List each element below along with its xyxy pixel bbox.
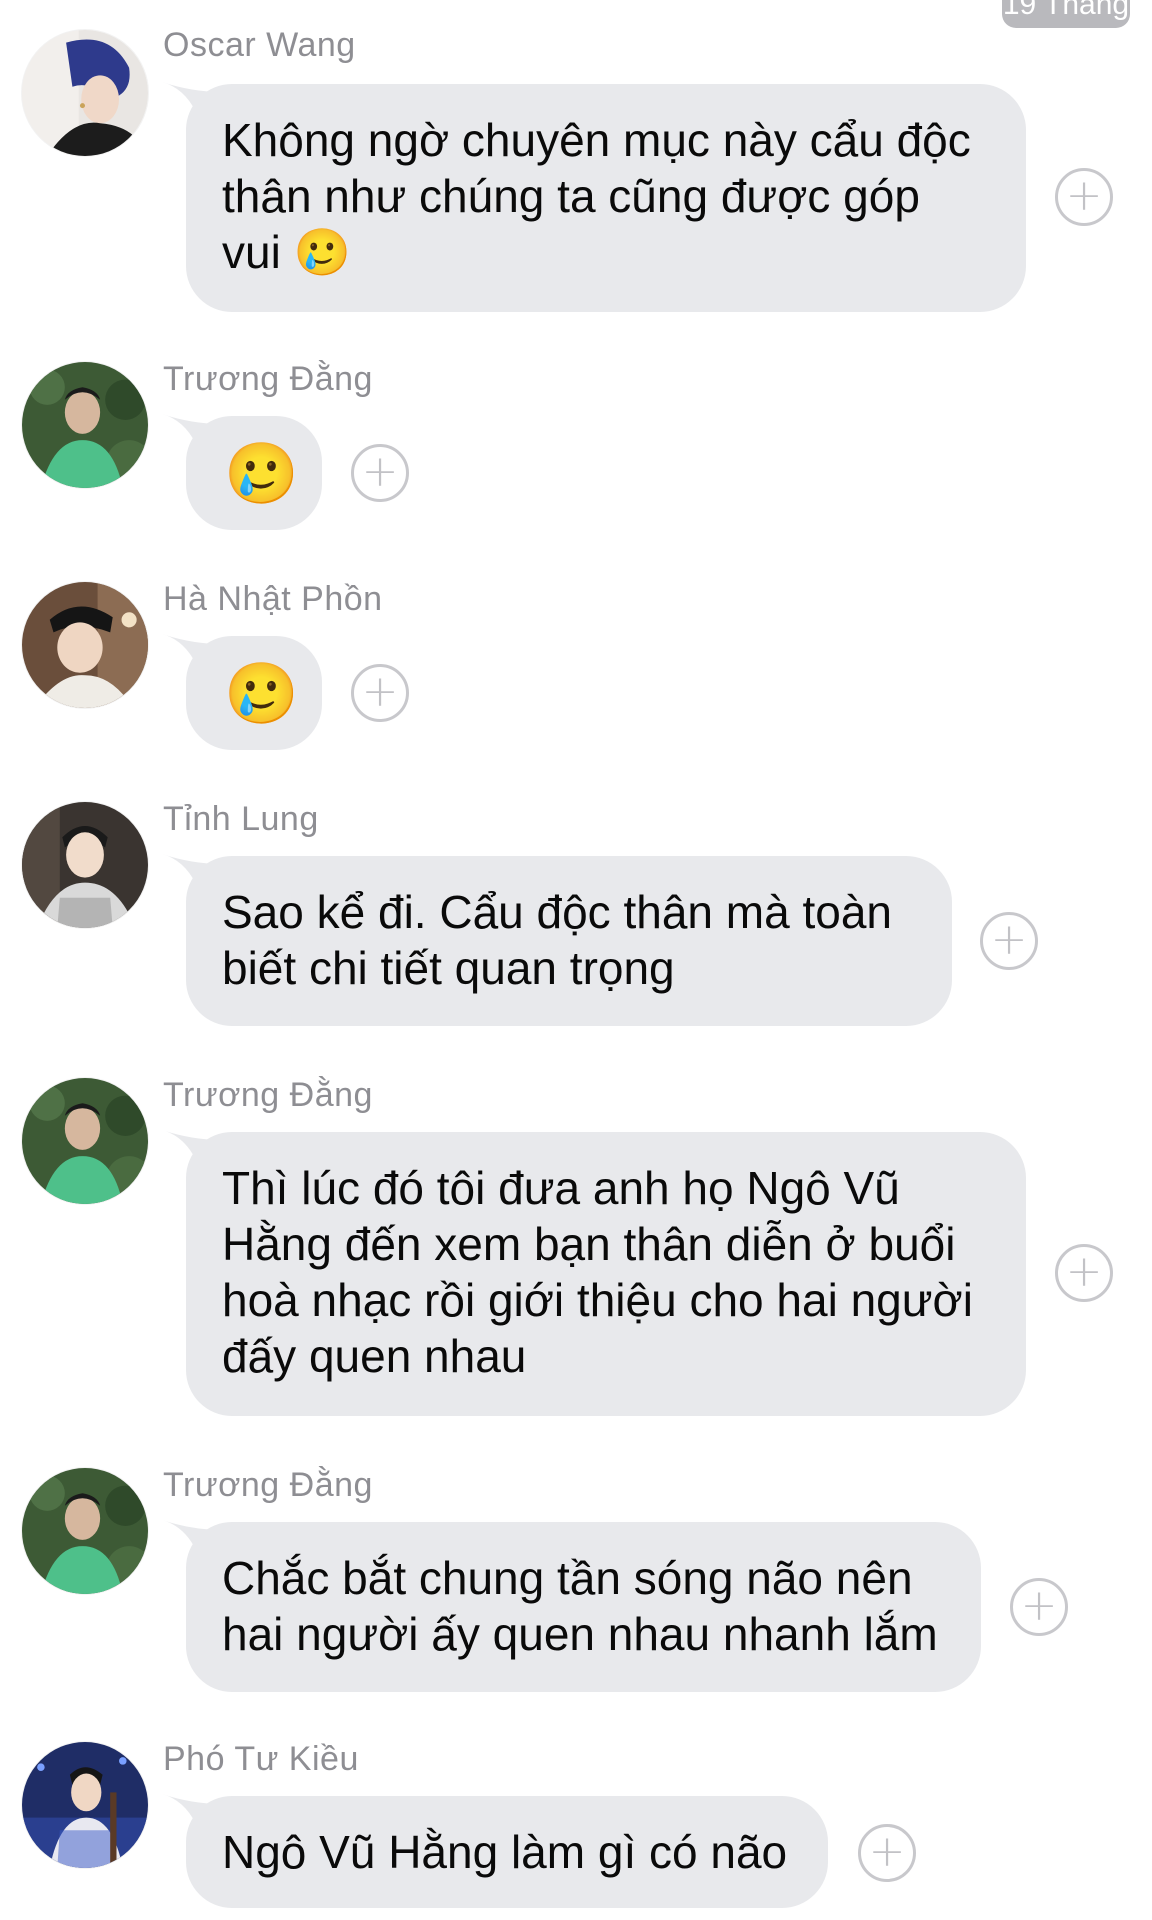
sender-name: Trương Đằng <box>163 1466 373 1504</box>
add-reaction-button[interactable]: + <box>351 664 409 722</box>
message-bubble[interactable]: Chắc bắt chung tần sóng não nên hai ngườ… <box>162 1520 981 1692</box>
add-reaction-button[interactable]: + <box>980 912 1038 970</box>
add-reaction-button[interactable]: + <box>1055 168 1113 226</box>
sender-name: Trương Đằng <box>163 360 373 398</box>
add-reaction-button[interactable]: + <box>351 444 409 502</box>
message-bubble[interactable]: Sao kể đi. Cẩu độc thân mà toàn biết chi… <box>162 854 952 1026</box>
message-text: Thì lúc đó tôi đưa anh họ Ngô Vũ Hằng đế… <box>222 1162 973 1382</box>
sender-name: Hà Nhật Phồn <box>163 580 383 618</box>
bubble-tail <box>162 1520 222 1560</box>
avatar-tinh-lung[interactable] <box>22 802 148 928</box>
message-text: 🥲 <box>224 660 299 727</box>
message-text: Sao kể đi. Cẩu độc thân mà toàn biết chi… <box>222 886 892 994</box>
avatar-oscar-wang[interactable] <box>22 30 148 156</box>
message-text: Không ngờ chuyên mục này cẩu độc thân nh… <box>222 114 971 278</box>
add-reaction-button[interactable]: + <box>1010 1578 1068 1636</box>
date-badge: 19 Tháng 7 <box>1002 0 1130 67</box>
bubble-tail <box>162 82 222 122</box>
bubble-tail <box>162 854 222 894</box>
bubble-tail <box>162 634 222 674</box>
message-bubble[interactable]: 🥲 <box>162 634 322 750</box>
sender-name: Oscar Wang <box>163 26 356 64</box>
avatar-truong-dang[interactable] <box>22 1078 148 1204</box>
sender-name: Phó Tư Kiều <box>163 1740 359 1778</box>
add-reaction-button[interactable]: + <box>1055 1244 1113 1302</box>
bubble-tail <box>162 414 222 454</box>
avatar-truong-dang[interactable] <box>22 362 148 488</box>
message-text: Chắc bắt chung tần sóng não nên hai ngườ… <box>222 1552 938 1660</box>
add-reaction-button[interactable]: + <box>858 1824 916 1882</box>
message-bubble[interactable]: Không ngờ chuyên mục này cẩu độc thân nh… <box>162 82 1026 312</box>
message-text: Ngô Vũ Hằng làm gì có não <box>222 1826 788 1878</box>
bubble-tail <box>162 1130 222 1170</box>
message-bubble[interactable]: Ngô Vũ Hằng làm gì có não <box>162 1794 828 1908</box>
sender-name: Trương Đằng <box>163 1076 373 1114</box>
message-text: 🥲 <box>224 440 299 507</box>
message-bubble[interactable]: 🥲 <box>162 414 322 530</box>
avatar-pho-tu-kieu[interactable] <box>22 1742 148 1868</box>
avatar-ha-nhat-phon[interactable] <box>22 582 148 708</box>
sender-name: Tỉnh Lung <box>163 800 319 838</box>
bubble-tail <box>162 1794 222 1834</box>
message-bubble[interactable]: Thì lúc đó tôi đưa anh họ Ngô Vũ Hằng đế… <box>162 1130 1026 1416</box>
avatar-truong-dang[interactable] <box>22 1468 148 1594</box>
chat-screen: 19 Tháng 7 Oscar Wang Không ngờ chuyên m… <box>0 0 1152 1920</box>
